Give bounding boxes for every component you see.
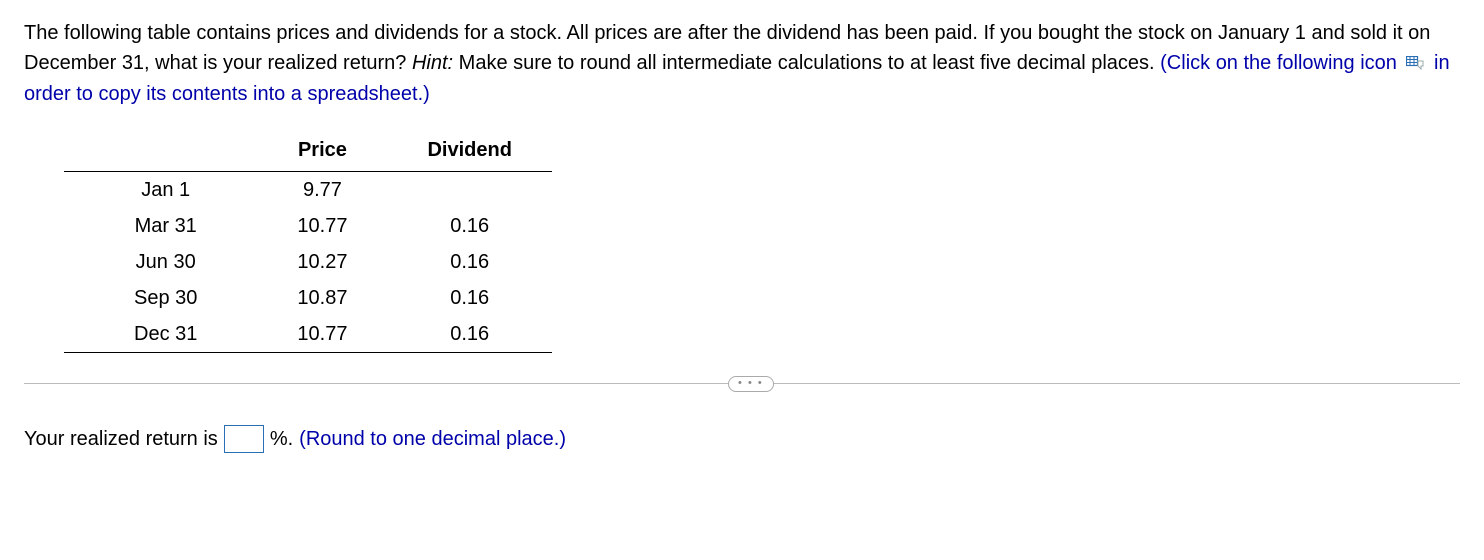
table-row: Mar 31 10.77 0.16 bbox=[64, 208, 552, 244]
realized-return-input[interactable] bbox=[224, 425, 264, 453]
expand-collapse-button[interactable]: • • • bbox=[728, 376, 774, 392]
table-row: Jun 30 10.27 0.16 bbox=[64, 244, 552, 280]
cell-dividend: 0.16 bbox=[387, 316, 551, 353]
hint-label: Hint: bbox=[412, 52, 453, 74]
header-price: Price bbox=[257, 129, 387, 172]
answer-prefix: Your realized return is bbox=[24, 424, 218, 454]
cell-dividend: 0.16 bbox=[387, 208, 551, 244]
cell-date: Dec 31 bbox=[64, 316, 257, 353]
cell-price: 10.77 bbox=[257, 316, 387, 353]
copy-to-spreadsheet-icon[interactable] bbox=[1406, 49, 1424, 79]
table-row: Sep 30 10.87 0.16 bbox=[64, 280, 552, 316]
cell-price: 10.87 bbox=[257, 280, 387, 316]
price-dividend-table: Price Dividend Jan 1 9.77 Mar 31 10.77 0… bbox=[64, 129, 552, 353]
cell-date: Mar 31 bbox=[64, 208, 257, 244]
cell-date: Jan 1 bbox=[64, 171, 257, 208]
cell-date: Jun 30 bbox=[64, 244, 257, 280]
table-row: Dec 31 10.77 0.16 bbox=[64, 316, 552, 353]
answer-row: Your realized return is %. (Round to one… bbox=[24, 424, 1460, 454]
cell-date: Sep 30 bbox=[64, 280, 257, 316]
table-header-row: Price Dividend bbox=[64, 129, 552, 172]
cell-price: 10.77 bbox=[257, 208, 387, 244]
hint-text: Make sure to round all intermediate calc… bbox=[459, 52, 1155, 74]
question-text: The following table contains prices and … bbox=[24, 18, 1460, 109]
copy-instruction-pre: (Click on the following icon bbox=[1160, 52, 1402, 74]
cell-price: 9.77 bbox=[257, 171, 387, 208]
cell-price: 10.27 bbox=[257, 244, 387, 280]
cell-dividend: 0.16 bbox=[387, 280, 551, 316]
header-blank bbox=[64, 129, 257, 172]
table-row: Jan 1 9.77 bbox=[64, 171, 552, 208]
section-divider: • • • bbox=[24, 383, 1460, 384]
answer-suffix: %. bbox=[270, 424, 293, 454]
cell-dividend: 0.16 bbox=[387, 244, 551, 280]
cell-dividend bbox=[387, 171, 551, 208]
header-dividend: Dividend bbox=[387, 129, 551, 172]
answer-note: (Round to one decimal place.) bbox=[299, 424, 566, 454]
